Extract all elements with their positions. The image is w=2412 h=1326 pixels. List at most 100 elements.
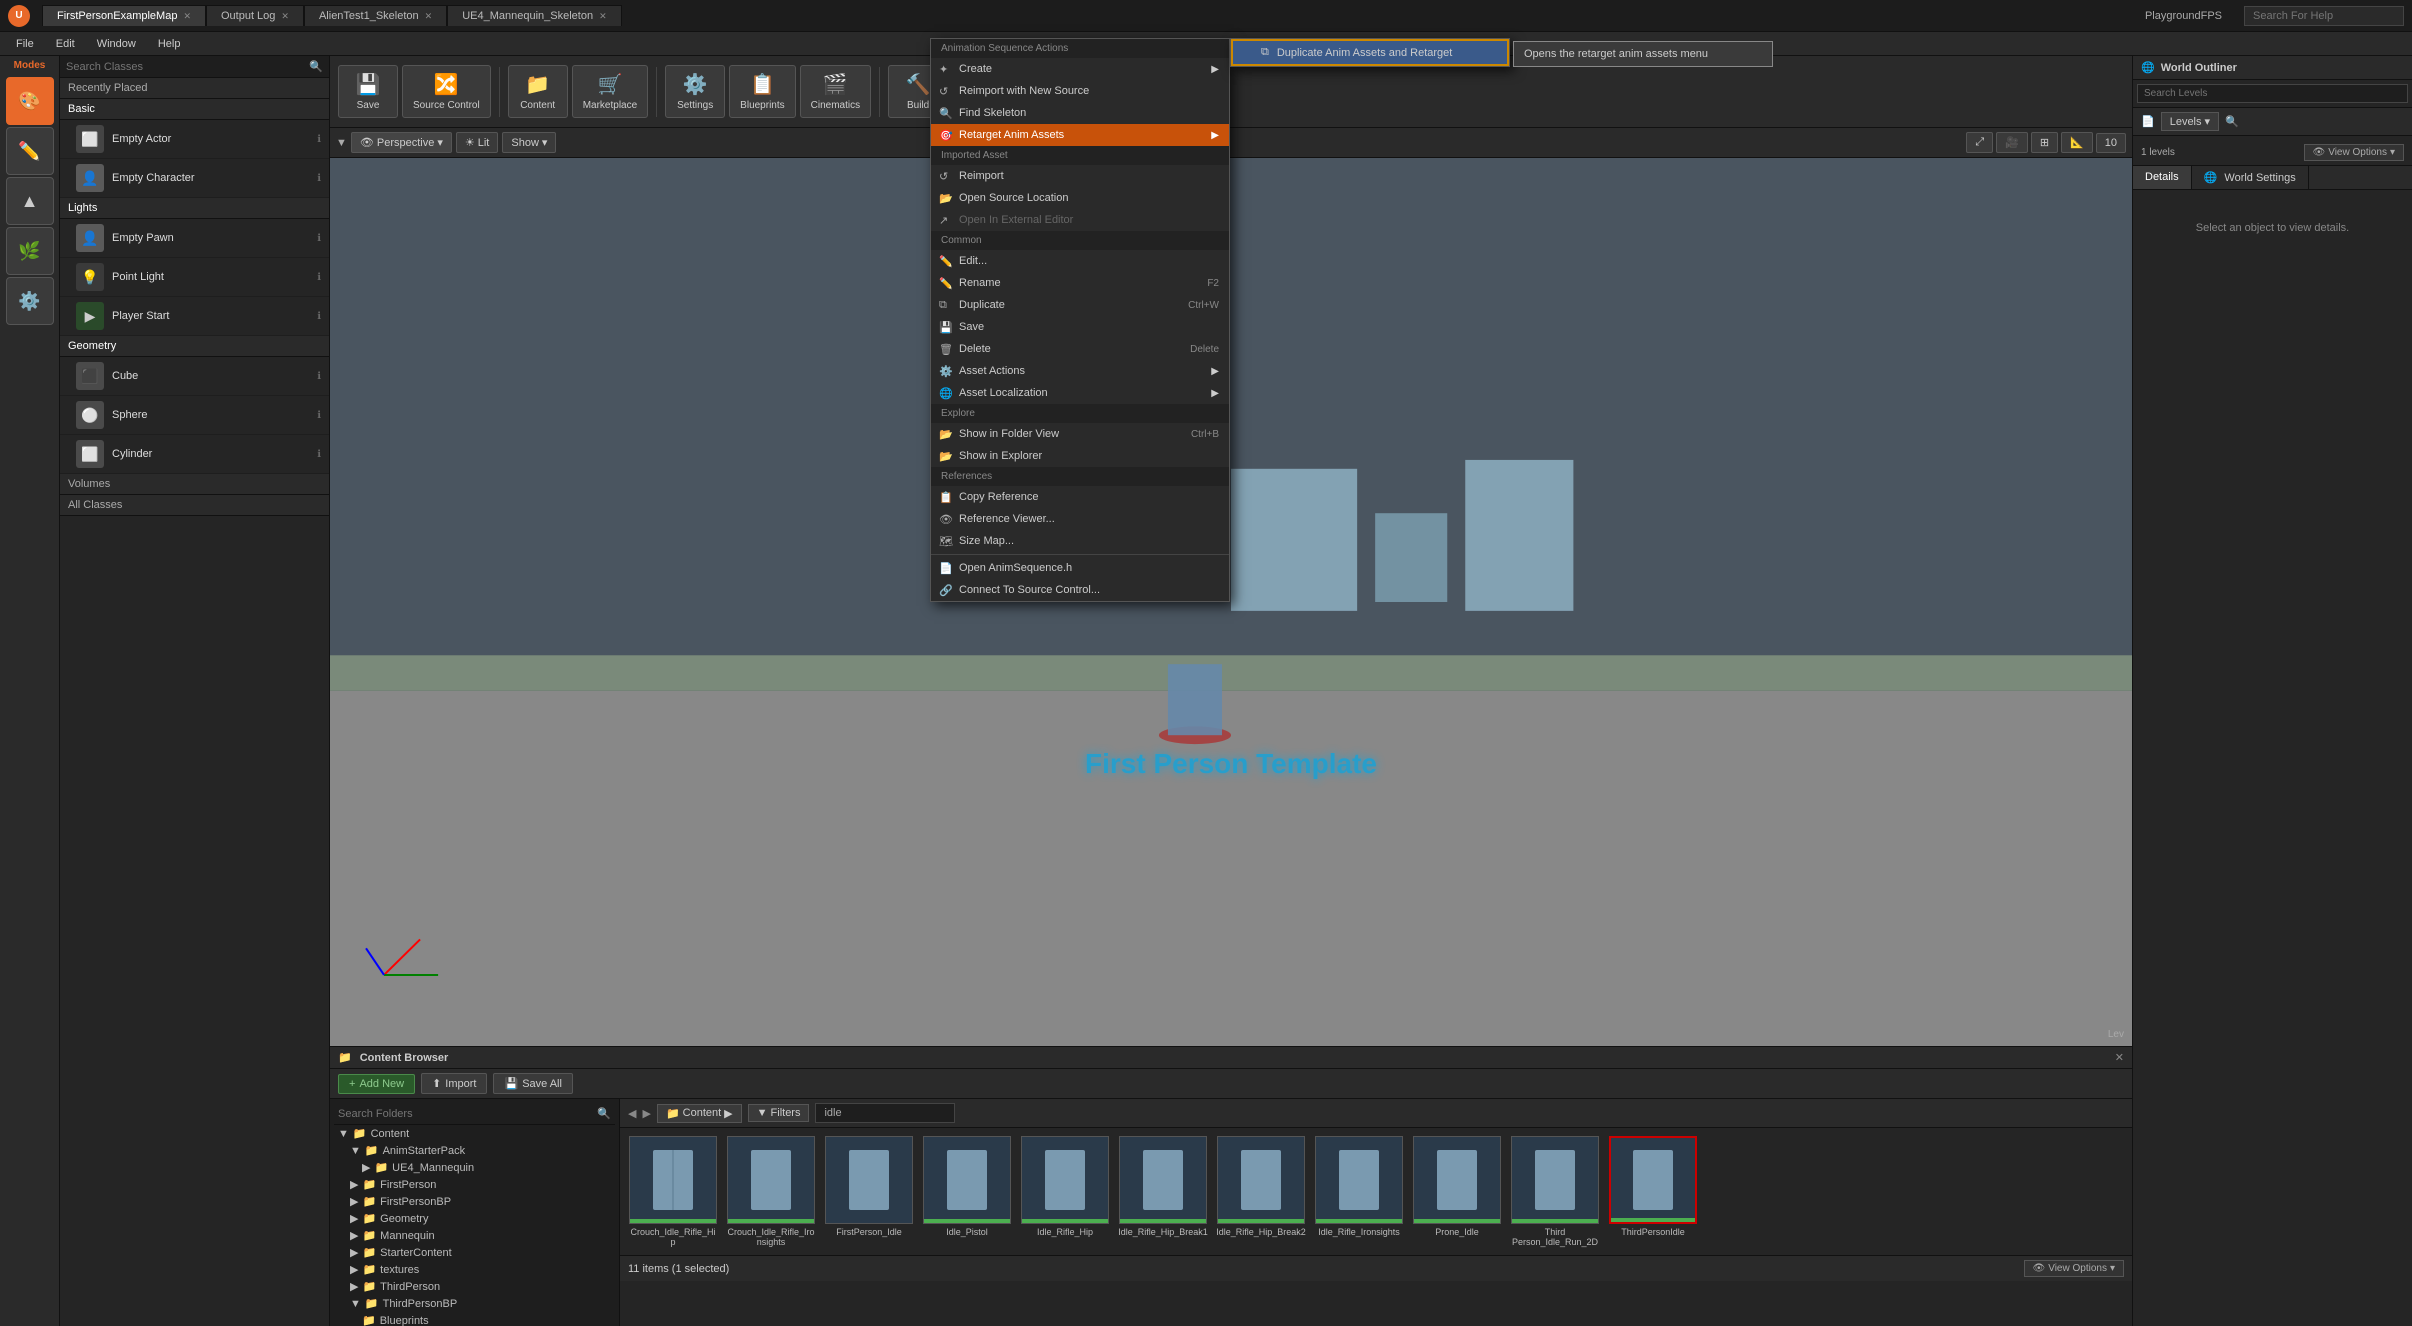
settings-button[interactable]: ⚙️ Settings xyxy=(665,65,725,118)
filters-button[interactable]: ▼ Filters xyxy=(748,1104,810,1122)
sidebar-item-point-light[interactable]: 💡 Point Light ℹ xyxy=(60,258,329,297)
menu-help[interactable]: Help xyxy=(148,36,191,52)
list-item[interactable]: Third Person_Idle_Run_2D xyxy=(1510,1136,1600,1247)
show-btn[interactable]: Show ▾ xyxy=(502,132,556,153)
tab-mannequin-skeleton[interactable]: UE4_Mannequin_Skeleton ✕ xyxy=(447,5,621,26)
sidebar-item-empty-actor[interactable]: ⬜ Empty Actor ℹ xyxy=(60,120,329,159)
folder-content[interactable]: ▼ 📁 Content xyxy=(334,1125,615,1142)
levels-view-options-button[interactable]: 👁 View Options ▾ xyxy=(2304,144,2404,161)
list-item[interactable]: ThirdPersonIdle xyxy=(1608,1136,1698,1237)
list-item[interactable]: Idle_Pistol xyxy=(922,1136,1012,1237)
ctx-save[interactable]: 💾 Save xyxy=(931,316,1229,338)
ctx-copy-ref[interactable]: 📋 Copy Reference xyxy=(931,486,1229,508)
list-item[interactable]: Idle_Rifle_Hip xyxy=(1020,1136,1110,1237)
nav-back-icon[interactable]: ◀ xyxy=(628,1107,636,1120)
close-icon[interactable]: ✕ xyxy=(425,11,433,22)
folder-textures[interactable]: ▶ 📁 textures xyxy=(334,1261,615,1278)
list-item[interactable]: Idle_Rifle_Ironsights xyxy=(1314,1136,1404,1237)
ctx-open-source-loc[interactable]: 📂 Open Source Location xyxy=(931,187,1229,209)
view-options-button[interactable]: 👁 View Options ▾ xyxy=(2024,1260,2124,1277)
dropdown-arrow-icon[interactable]: ▼ xyxy=(336,137,347,149)
ctx-asset-actions[interactable]: ⚙️ Asset Actions ▶ xyxy=(931,360,1229,382)
add-new-button[interactable]: + Add New xyxy=(338,1074,415,1094)
submenu-duplicate-anim[interactable]: ⧉ Duplicate Anim Assets and Retarget Ope… xyxy=(1231,39,1509,66)
folder-geometry[interactable]: ▶ 📁 Geometry xyxy=(334,1210,615,1227)
close-icon[interactable]: ✕ xyxy=(183,11,191,22)
sidebar-category-all[interactable]: All Classes xyxy=(60,495,329,516)
mode-foliage-btn[interactable]: 🌿 xyxy=(6,227,54,275)
mode-mesh-btn[interactable]: ⚙️ xyxy=(6,277,54,325)
content-button[interactable]: 📁 Content xyxy=(508,65,568,118)
source-control-button[interactable]: 🔀 Source Control xyxy=(402,65,491,118)
folder-third-person[interactable]: ▶ 📁 ThirdPerson xyxy=(334,1278,615,1295)
folder-third-person-bp[interactable]: ▼ 📁 ThirdPersonBP xyxy=(334,1295,615,1312)
content-search-input[interactable] xyxy=(815,1103,955,1123)
folder-mannequin[interactable]: ▶ 📁 Mannequin xyxy=(334,1227,615,1244)
folder-first-person-bp[interactable]: ▶ 📁 FirstPersonBP xyxy=(334,1193,615,1210)
perspective-btn[interactable]: 👁 Perspective ▾ xyxy=(351,132,452,153)
camera-btn[interactable]: 🎥 xyxy=(1996,132,2028,153)
tab-details[interactable]: Details xyxy=(2133,166,2192,189)
ctx-show-explorer[interactable]: 📂 Show in Explorer xyxy=(931,445,1229,467)
ctx-delete[interactable]: 🗑 Delete Delete xyxy=(931,338,1229,360)
ctx-open-external[interactable]: ↗ Open In External Editor xyxy=(931,209,1229,231)
help-search-input[interactable] xyxy=(2244,6,2404,26)
sidebar-item-cube[interactable]: ⬛ Cube ℹ xyxy=(60,357,329,396)
menu-file[interactable]: File xyxy=(6,36,44,52)
blueprints-button[interactable]: 📋 Blueprints xyxy=(729,65,795,118)
sidebar-item-sphere[interactable]: ⚪ Sphere ℹ xyxy=(60,396,329,435)
world-outliner-search-input[interactable] xyxy=(2137,84,2408,103)
ctx-size-map[interactable]: 🗺 Size Map... xyxy=(931,530,1229,552)
ctx-find-skeleton[interactable]: 🔍 Find Skeleton xyxy=(931,102,1229,124)
search-levels-icon[interactable]: 🔍 xyxy=(2225,115,2239,128)
close-icon[interactable]: ✕ xyxy=(281,11,289,22)
sidebar-item-player-start[interactable]: ▶ Player Start ℹ xyxy=(60,297,329,336)
cinematics-button[interactable]: 🎬 Cinematics xyxy=(800,65,871,118)
viewport[interactable]: First Person Template Lev xyxy=(330,158,2132,1046)
ctx-show-folder[interactable]: 📂 Show in Folder View Ctrl+B xyxy=(931,423,1229,445)
folder-first-person[interactable]: ▶ 📁 FirstPerson xyxy=(334,1176,615,1193)
sidebar-category-geometry[interactable]: Geometry xyxy=(60,336,329,357)
ctx-ref-viewer[interactable]: 👁 Reference Viewer... xyxy=(931,508,1229,530)
tab-alien-skeleton[interactable]: AlienTest1_Skeleton ✕ xyxy=(304,5,447,26)
list-item[interactable]: Idle_Rifle_Hip_Break1 xyxy=(1118,1136,1208,1237)
folder-anim-starter-pack[interactable]: ▼ 📁 AnimStarterPack xyxy=(334,1142,615,1159)
save-all-button[interactable]: 💾 Save All xyxy=(493,1073,572,1094)
ctx-open-animsequence[interactable]: 📄 Open AnimSequence.h xyxy=(931,557,1229,579)
levels-button[interactable]: Levels ▾ xyxy=(2161,112,2219,131)
content-breadcrumb[interactable]: 📁 Content ▶ xyxy=(657,1104,742,1123)
marketplace-button[interactable]: 🛒 Marketplace xyxy=(572,65,648,118)
maximize-btn[interactable]: ⤢ xyxy=(1966,132,1993,153)
menu-window[interactable]: Window xyxy=(87,36,146,52)
search-classes-input[interactable] xyxy=(66,61,305,73)
save-button[interactable]: 💾 Save xyxy=(338,65,398,118)
mode-paint-btn[interactable]: ✏️ xyxy=(6,127,54,175)
lit-btn[interactable]: ☀ Lit xyxy=(456,132,499,153)
sidebar-recently-placed[interactable]: Recently Placed xyxy=(60,78,329,99)
snap-btn[interactable]: 📐 xyxy=(2061,132,2093,153)
folder-starter-content[interactable]: ▶ 📁 StarterContent xyxy=(334,1244,615,1261)
ctx-reimport-new-source[interactable]: ↺ Reimport with New Source xyxy=(931,80,1229,102)
ctx-create[interactable]: ✦ Create ▶ xyxy=(931,58,1229,80)
ctx-retarget-anim[interactable]: 🎯 Retarget Anim Assets ▶ xyxy=(931,124,1229,146)
sidebar-category-volumes[interactable]: Volumes xyxy=(60,474,329,495)
tab-first-person-map[interactable]: FirstPersonExampleMap ✕ xyxy=(42,5,206,26)
ctx-rename[interactable]: ✏️ Rename F2 xyxy=(931,272,1229,294)
ctx-duplicate[interactable]: ⧉ Duplicate Ctrl+W xyxy=(931,294,1229,316)
tab-world-settings[interactable]: 🌐 World Settings xyxy=(2192,166,2309,189)
menu-edit[interactable]: Edit xyxy=(46,36,85,52)
sidebar-category-lights[interactable]: Lights xyxy=(60,198,329,219)
list-item[interactable]: Crouch_Idle_Rifle_Hip xyxy=(628,1136,718,1247)
sidebar-item-cylinder[interactable]: ⬜ Cylinder ℹ xyxy=(60,435,329,474)
close-cb-icon[interactable]: ✕ xyxy=(2115,1051,2124,1064)
list-item[interactable]: Crouch_Idle_Rifle_Ironsights xyxy=(726,1136,816,1247)
nav-forward-icon[interactable]: ▶ xyxy=(642,1107,650,1120)
ctx-asset-localization[interactable]: 🌐 Asset Localization ▶ xyxy=(931,382,1229,404)
list-item[interactable]: Prone_Idle xyxy=(1412,1136,1502,1237)
list-item[interactable]: FirstPerson_Idle xyxy=(824,1136,914,1237)
list-item[interactable]: Idle_Rifle_Hip_Break2 xyxy=(1216,1136,1306,1237)
sidebar-category-basic[interactable]: Basic xyxy=(60,99,329,120)
folder-blueprints[interactable]: 📁 Blueprints xyxy=(334,1312,615,1326)
ctx-edit[interactable]: ✏️ Edit... xyxy=(931,250,1229,272)
tab-output-log[interactable]: Output Log ✕ xyxy=(206,5,304,26)
